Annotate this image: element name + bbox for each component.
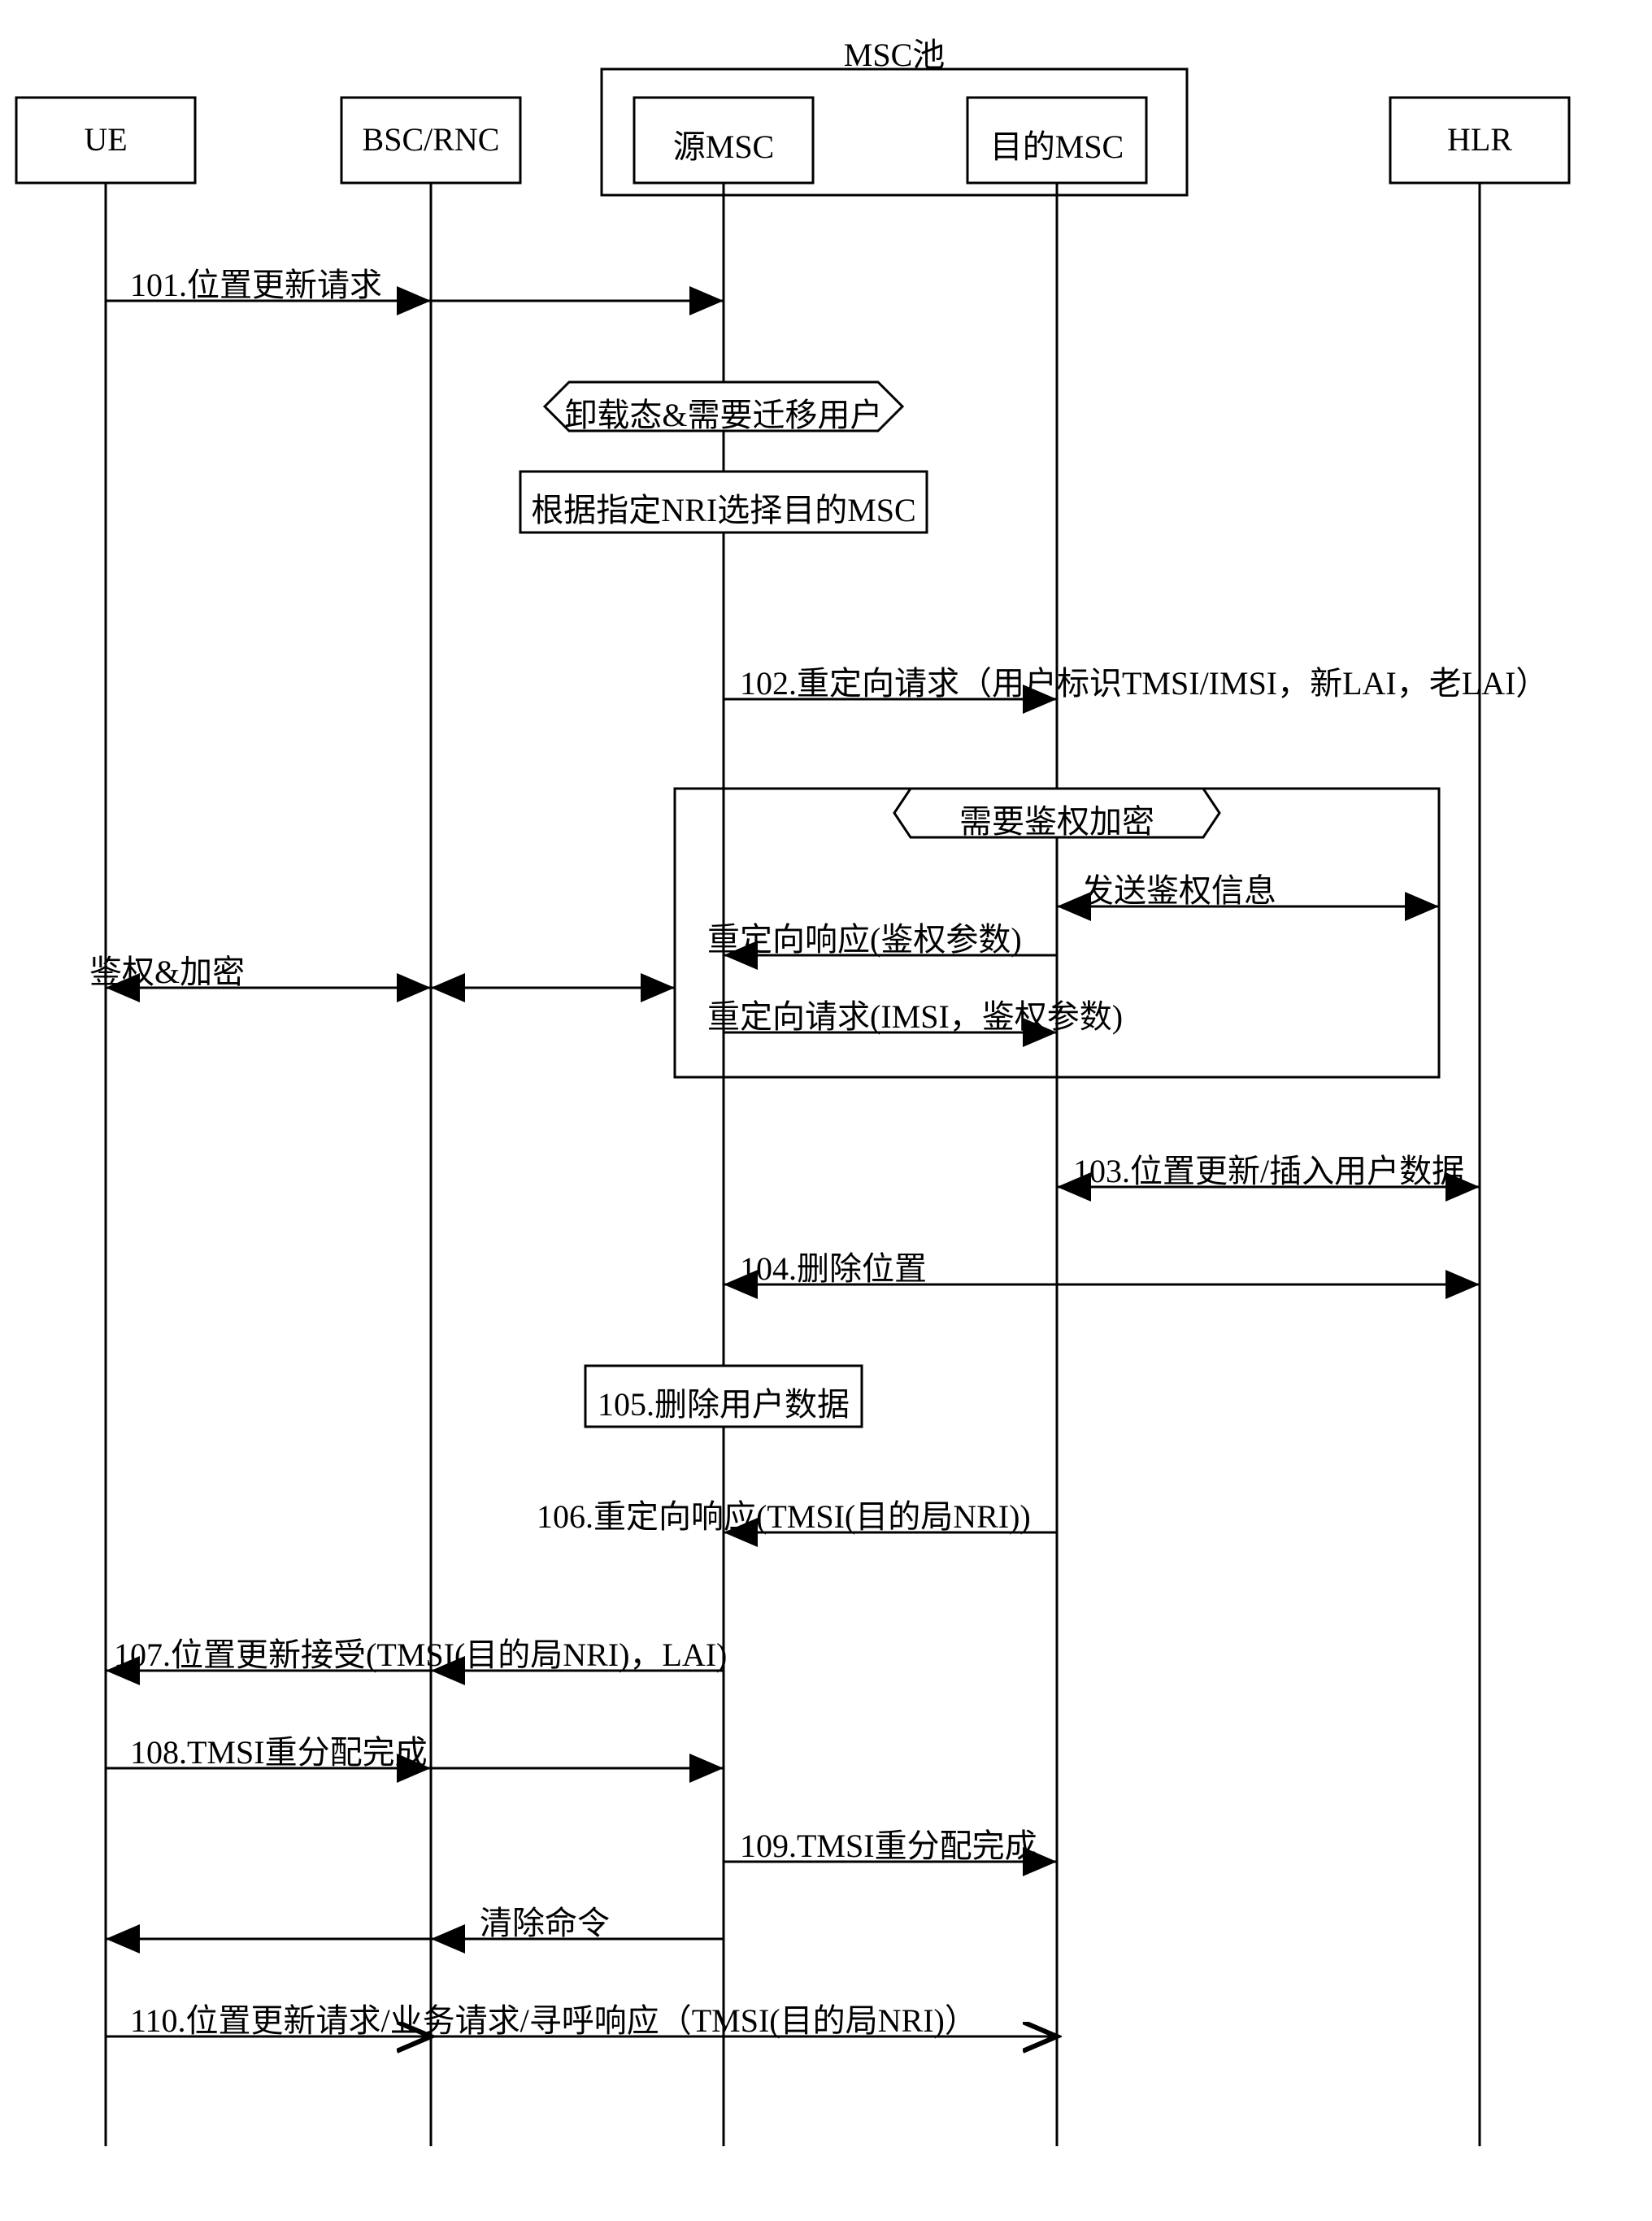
note-nri: 根据指定NRI选择目的MSC [531, 484, 915, 531]
msg-101: 101.位置更新请求 [130, 259, 382, 306]
msg-109: 109.TMSI重分配完成 [740, 1819, 1037, 1867]
msg-106: 106.重定向响应(TMSI(目的局NRI)) [537, 1490, 1031, 1537]
msg-108: 108.TMSI重分配完成 [130, 1726, 428, 1773]
diagram-svg [0, 0, 1652, 2221]
msg-104: 104.删除位置 [740, 1242, 927, 1289]
actor-ue-label: UE [84, 120, 127, 159]
msg-send-auth: 发送鉴权信息 [1081, 864, 1276, 911]
sequence-diagram: MSC池 UE BSC/RNC 源MSC 目的MSC HLR 101.位置更新请… [0, 0, 1652, 2221]
actor-src-msc-label: 源MSC [673, 120, 775, 167]
msg-107: 107.位置更新接受(TMSI(目的局NRI)，LAI) [114, 1628, 727, 1676]
note-unload: 卸载态&需要迁移用户 [564, 389, 882, 436]
actor-dst-msc-label: 目的MSC [990, 120, 1124, 167]
msg-auth-enc: 鉴权&加密 [89, 945, 245, 993]
pool-label: MSC池 [844, 28, 946, 76]
note-need-auth: 需要鉴权加密 [959, 795, 1154, 842]
msg-102: 102.重定向请求（用户标识TMSI/IMSI，新LAI，老LAI） [740, 657, 1548, 704]
actor-bsc-label: BSC/RNC [363, 120, 500, 159]
actor-hlr-label: HLR [1447, 120, 1512, 159]
msg-redir-req-imsi: 重定向请求(IMSI，鉴权参数) [707, 990, 1123, 1037]
msg-110: 110.位置更新请求/业务请求/寻呼响应（TMSI(目的局NRI)） [130, 1994, 977, 2041]
msg-redir-resp-auth: 重定向响应(鉴权参数) [707, 913, 1022, 960]
note-105: 105.删除用户数据 [598, 1378, 850, 1425]
msg-103: 103.位置更新/插入用户数据 [1073, 1145, 1464, 1192]
msg-clear: 清除命令 [480, 1897, 610, 1944]
